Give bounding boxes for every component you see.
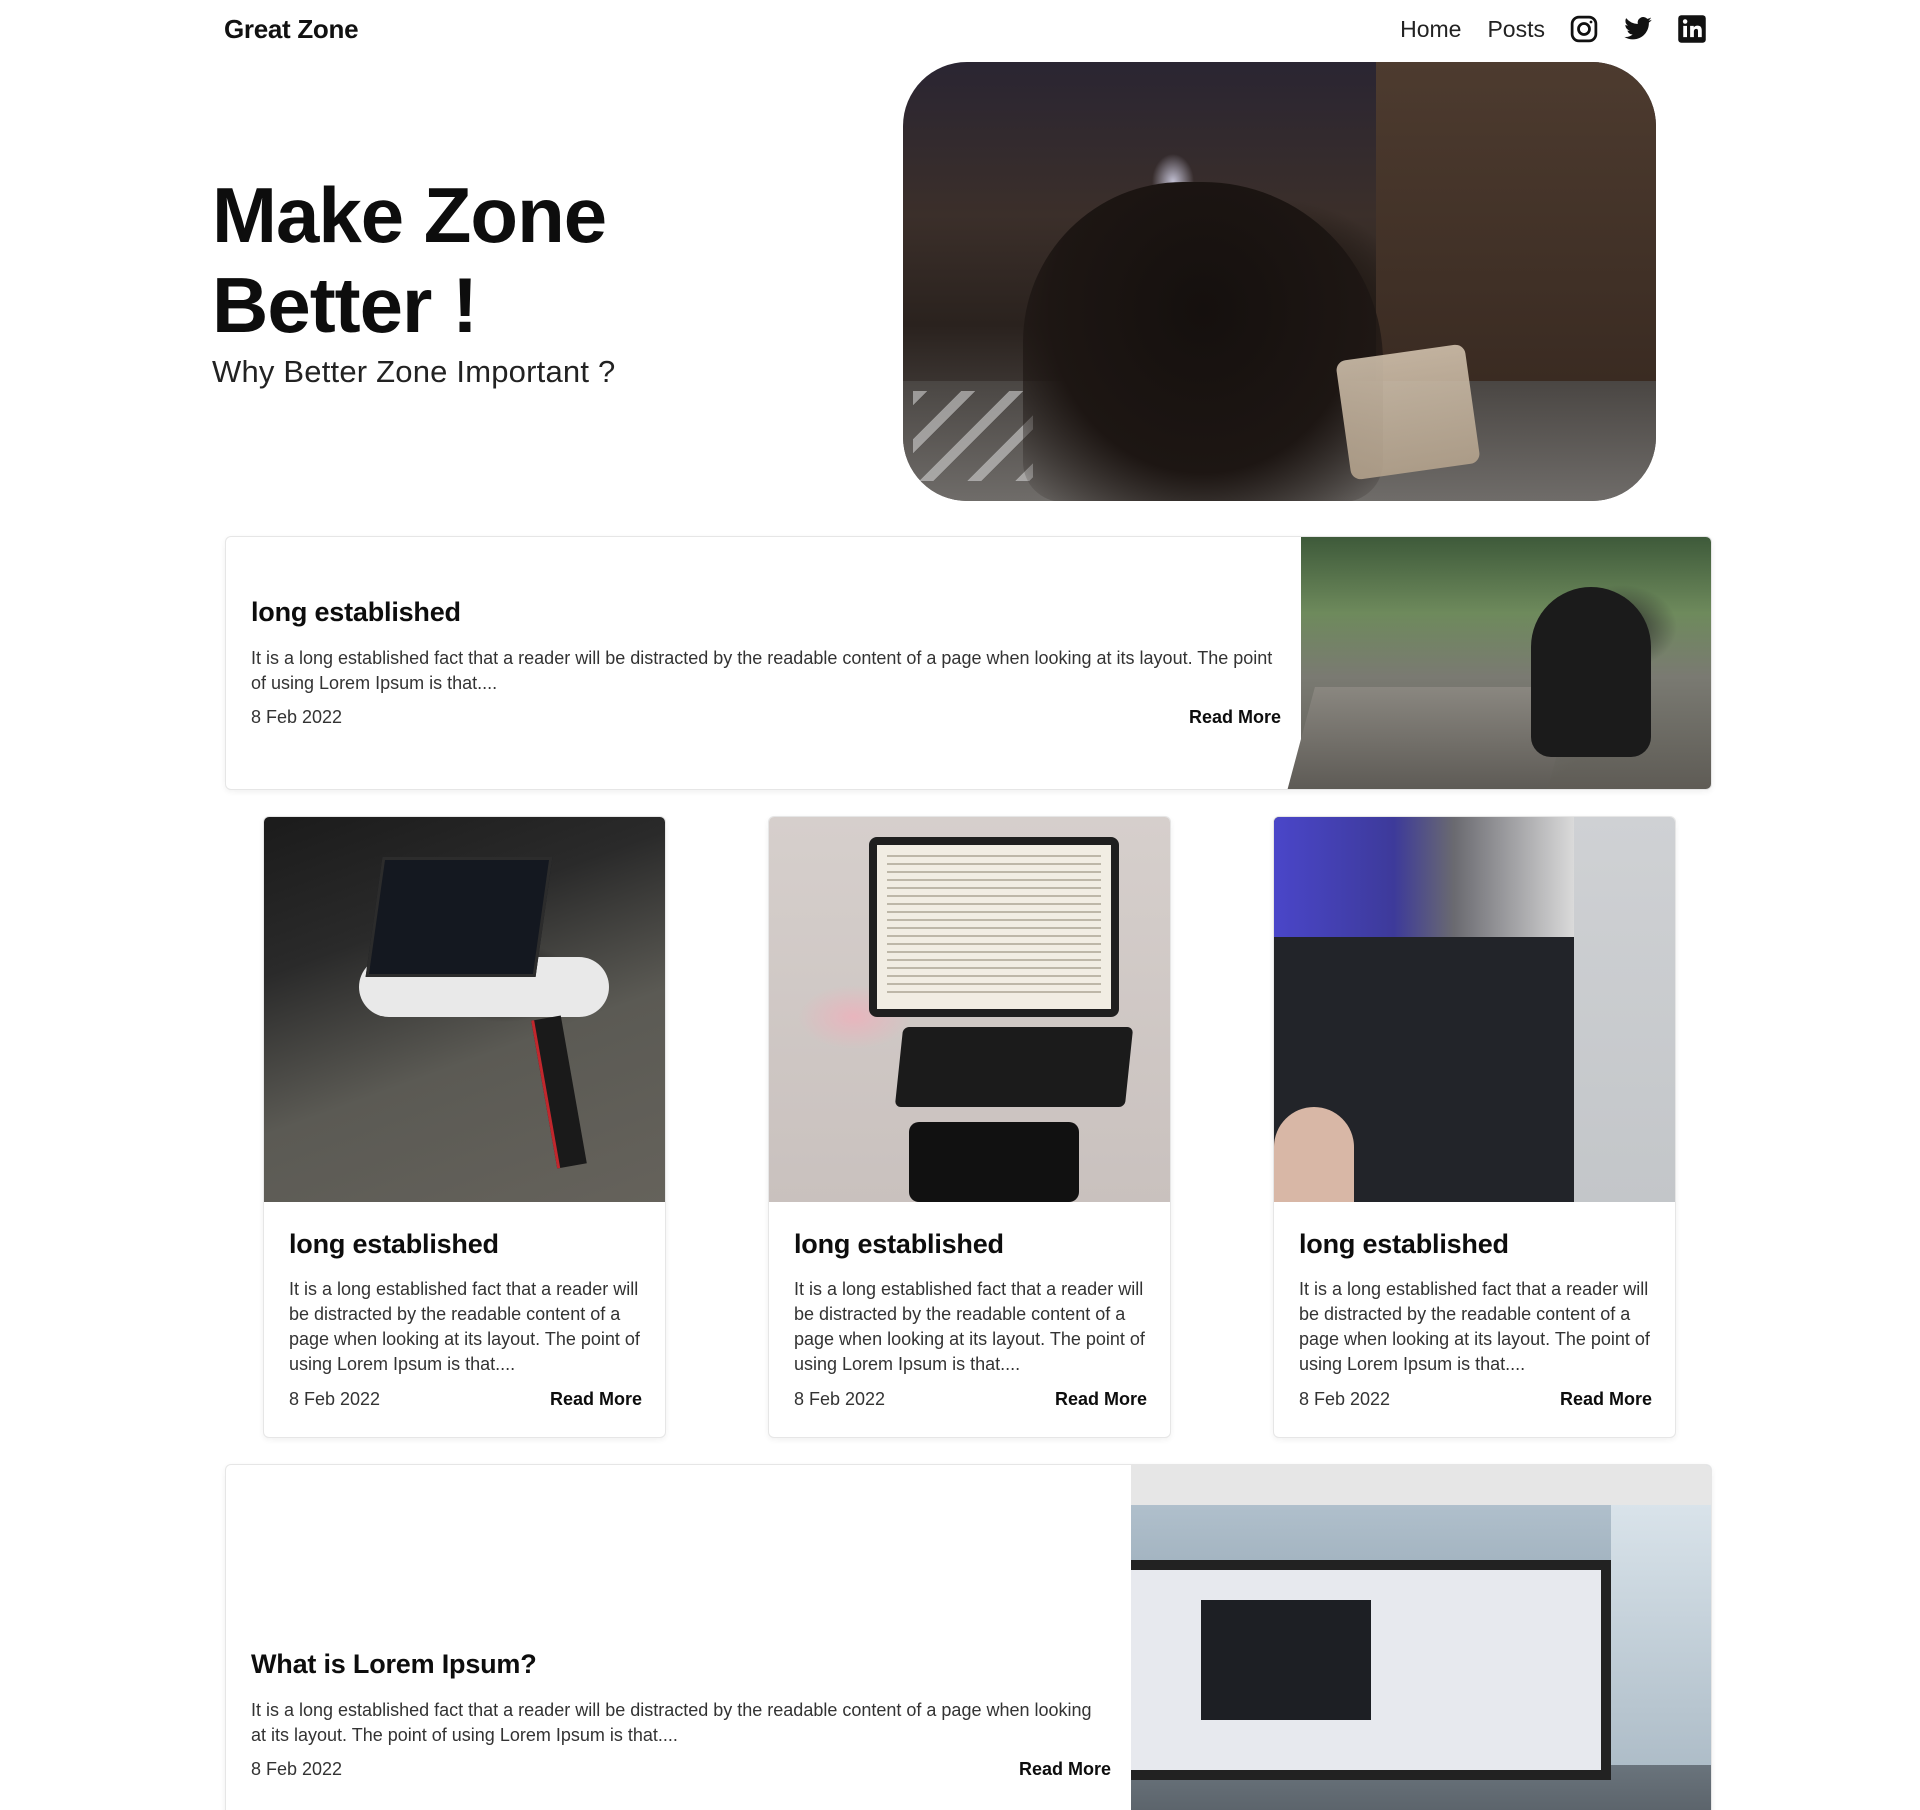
hero-title: Make Zone Better ! bbox=[212, 171, 607, 349]
post-card[interactable]: long established It is a long establishe… bbox=[263, 816, 666, 1438]
post-excerpt: It is a long established fact that a rea… bbox=[289, 1279, 640, 1374]
post-image bbox=[1274, 817, 1675, 1202]
read-more-link[interactable]: Read More bbox=[1019, 1759, 1111, 1780]
post-date: 8 Feb 2022 bbox=[251, 707, 343, 727]
post-title[interactable]: What is Lorem Ipsum? bbox=[251, 1649, 1111, 1680]
linkedin-icon[interactable] bbox=[1677, 14, 1707, 44]
post-image bbox=[769, 817, 1170, 1202]
post-card[interactable]: long established It is a long establishe… bbox=[1273, 816, 1676, 1438]
read-more-link[interactable]: Read More bbox=[1560, 1389, 1652, 1410]
featured-post-card[interactable]: long established It is a long establishe… bbox=[225, 536, 1712, 790]
site-header: Great Zone Home Posts bbox=[0, 0, 1920, 60]
read-more-link[interactable]: Read More bbox=[1055, 1389, 1147, 1410]
post-image bbox=[1131, 1465, 1711, 1810]
post-card[interactable]: long established It is a long establishe… bbox=[768, 816, 1171, 1438]
post-title[interactable]: long established bbox=[1299, 1229, 1652, 1260]
post-title[interactable]: long established bbox=[794, 1229, 1147, 1260]
twitter-icon[interactable] bbox=[1623, 14, 1653, 44]
post-excerpt: It is a long established fact that a rea… bbox=[1299, 1279, 1650, 1374]
site-logo[interactable]: Great Zone bbox=[224, 14, 359, 45]
post-excerpt: It is a long established fact that a rea… bbox=[251, 1700, 1092, 1745]
read-more-link[interactable]: Read More bbox=[1189, 707, 1281, 728]
nav-posts-link[interactable]: Posts bbox=[1487, 16, 1545, 43]
nav-home-link[interactable]: Home bbox=[1400, 16, 1461, 43]
post-date: 8 Feb 2022 bbox=[794, 1389, 886, 1409]
post-title[interactable]: long established bbox=[251, 597, 1281, 628]
post-image bbox=[264, 817, 665, 1202]
instagram-icon[interactable] bbox=[1569, 14, 1599, 44]
post-excerpt: It is a long established fact that a rea… bbox=[251, 648, 1273, 693]
post-image bbox=[1287, 537, 1711, 789]
post-date: 8 Feb 2022 bbox=[1299, 1389, 1391, 1409]
post-excerpt: It is a long established fact that a rea… bbox=[794, 1279, 1145, 1374]
hero-subtitle: Why Better Zone Important ? bbox=[212, 354, 616, 389]
post-date: 8 Feb 2022 bbox=[289, 1389, 381, 1409]
post-title[interactable]: long established bbox=[289, 1229, 642, 1260]
main-nav: Home Posts bbox=[1374, 10, 1707, 48]
post-date: 8 Feb 2022 bbox=[251, 1759, 343, 1779]
read-more-link[interactable]: Read More bbox=[550, 1389, 642, 1410]
featured-post-card[interactable]: What is Lorem Ipsum? It is a long establ… bbox=[225, 1464, 1712, 1810]
hero-image bbox=[903, 62, 1656, 501]
